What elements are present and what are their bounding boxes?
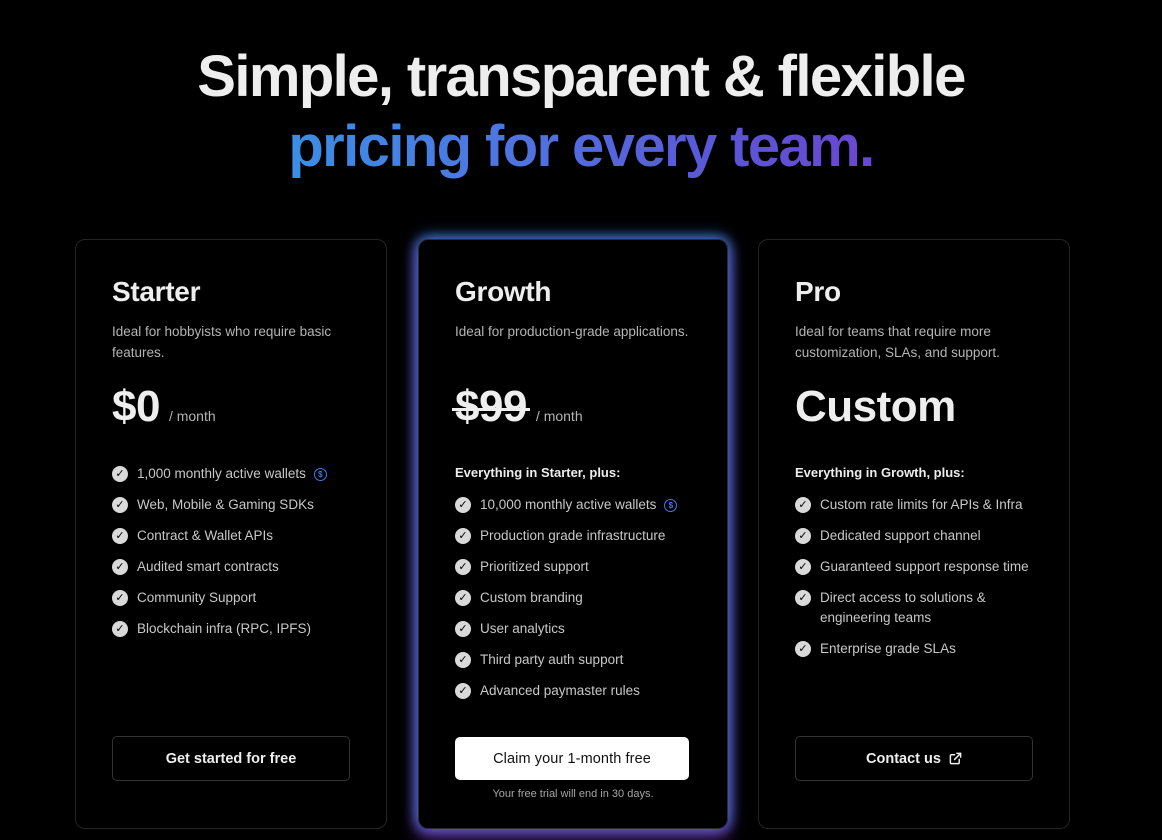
plan-description: Ideal for production-grade applications. <box>455 324 689 339</box>
contact-us-label: Contact us <box>866 750 941 767</box>
feature-list: ✓ 1,000 monthly active wallets $ ✓ Web, Mob… <box>112 464 327 650</box>
feature-item: ✓ Production grade infrastructure <box>455 526 677 546</box>
plan-name: Pro <box>795 276 841 307</box>
feature-item: ✓ User analytics <box>455 619 677 639</box>
check-circle-icon: ✓ <box>795 559 811 575</box>
plan-price: Custom <box>795 382 956 431</box>
plan-description: Ideal for teams that require more custom… <box>795 324 1000 360</box>
feature-item: ✓ Dedicated support channel <box>795 526 1035 546</box>
check-circle-icon: ✓ <box>112 559 128 575</box>
feature-item: ✓ Custom branding <box>455 588 677 608</box>
plan-name: Starter <box>112 276 201 307</box>
feature-item: ✓ Web, Mobile & Gaming SDKs <box>112 495 327 515</box>
check-circle-icon: ✓ <box>795 641 811 657</box>
check-circle-icon: ✓ <box>112 497 128 513</box>
hero-heading: Simple, transparent & flexible pricing f… <box>0 42 1162 182</box>
check-circle-icon: ✓ <box>455 621 471 637</box>
check-circle-icon: ✓ <box>795 497 811 513</box>
plan-price: $0 <box>112 382 160 431</box>
get-started-button[interactable]: Get started for free <box>112 736 350 781</box>
price-period: / month <box>168 408 216 424</box>
feature-item: ✓ Audited smart contracts <box>112 557 327 577</box>
feature-item: ✓ Custom rate limits for APIs & Infra <box>795 495 1035 515</box>
trial-note: Your free trial will end in 30 days. <box>492 788 654 800</box>
price-row: $0 / month <box>112 382 216 432</box>
dollar-coin-icon[interactable]: $ <box>313 468 327 481</box>
check-circle-icon: ✓ <box>455 683 471 699</box>
feature-item: ✓ Community Support <box>112 588 327 608</box>
feature-item: ✓ Enterprise grade SLAs <box>795 639 1035 659</box>
check-circle-icon: ✓ <box>455 652 471 668</box>
feature-list: ✓ 10,000 monthly active wallets $ ✓ Product… <box>455 495 678 712</box>
plan-card-starter: Starter Ideal for hobbyists who require … <box>75 239 387 829</box>
feature-item: ✓ Third party auth support <box>455 650 677 670</box>
claim-free-month-button[interactable]: Claim your 1-month free <box>455 737 689 780</box>
contact-us-button[interactable]: Contact us <box>795 736 1033 781</box>
dollar-coin-icon[interactable]: $ <box>664 499 678 512</box>
plan-name: Growth <box>455 276 552 307</box>
feature-item: ✓ 10,000 monthly active wallets $ <box>455 495 678 515</box>
plan-card-growth: Growth Ideal for production-grade applic… <box>418 239 728 829</box>
check-circle-icon: ✓ <box>112 466 128 482</box>
check-circle-icon: ✓ <box>112 621 128 637</box>
check-circle-icon: ✓ <box>455 497 471 513</box>
plan-description: Ideal for hobbyists who require basic fe… <box>112 324 332 360</box>
includes-heading: Everything in Starter, plus: <box>455 465 621 480</box>
check-circle-icon: ✓ <box>112 528 128 544</box>
includes-heading: Everything in Growth, plus: <box>795 465 965 480</box>
feature-item: ✓ Prioritized support <box>455 557 677 577</box>
check-circle-icon: ✓ <box>455 528 471 544</box>
check-circle-icon: ✓ <box>795 528 811 544</box>
check-circle-icon: ✓ <box>112 590 128 606</box>
feature-item: ✓ Blockchain infra (RPC, IPFS) <box>112 619 327 639</box>
price-row: $99 / month <box>452 382 583 432</box>
hero-line-1: Simple, transparent & flexible <box>197 44 966 109</box>
plan-price-strikethrough: $99 <box>452 382 530 431</box>
check-circle-icon: ✓ <box>455 559 471 575</box>
check-circle-icon: ✓ <box>795 590 811 606</box>
feature-item: ✓ Advanced paymaster rules <box>455 681 677 701</box>
check-circle-icon: ✓ <box>455 590 471 606</box>
feature-item: ✓ Contract & Wallet APIs <box>112 526 327 546</box>
feature-item: ✓ Direct access to solutions & engineerin… <box>795 588 1035 628</box>
feature-item: ✓ Guaranteed support response time <box>795 557 1035 577</box>
price-row: Custom <box>795 382 956 432</box>
feature-item: ✓ 1,000 monthly active wallets $ <box>112 464 327 484</box>
price-period: / month <box>535 408 583 424</box>
plan-card-pro: Pro Ideal for teams that require more cu… <box>758 239 1070 829</box>
hero-line-2: pricing for every team. <box>288 112 875 182</box>
feature-list: ✓ Custom rate limits for APIs & Infra ✓ De… <box>795 495 1035 670</box>
external-link-icon <box>949 752 962 765</box>
